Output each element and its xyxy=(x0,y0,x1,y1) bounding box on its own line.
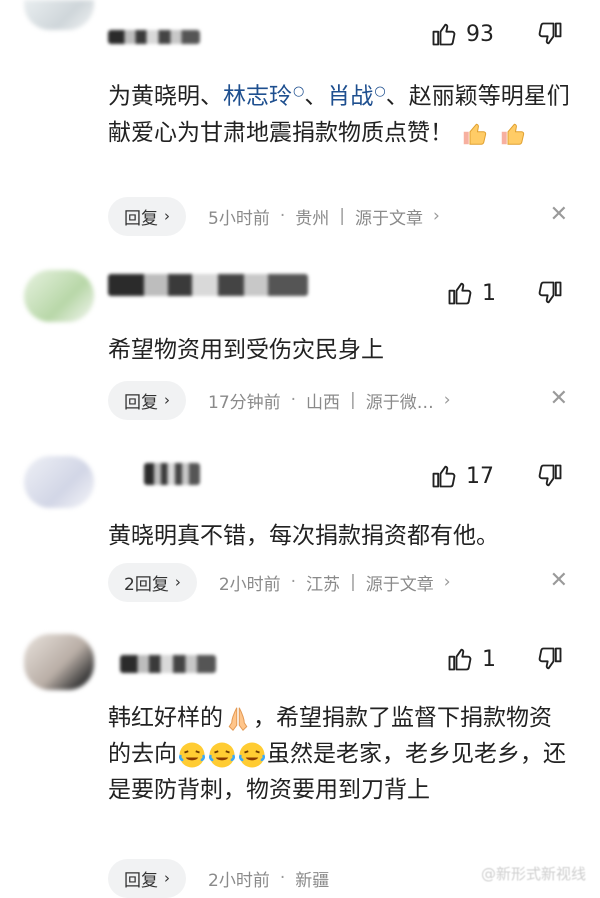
thumb-down-icon xyxy=(538,464,562,487)
reply-button[interactable]: 回复 › xyxy=(108,196,186,236)
divider: | xyxy=(339,206,345,226)
praying-hands-emoji-icon xyxy=(228,707,248,731)
thumbs-up-emoji-icon xyxy=(464,123,487,145)
source-link[interactable]: 源于文章 xyxy=(355,204,423,229)
avatar[interactable] xyxy=(24,634,94,690)
timestamp: 5小时前 xyxy=(208,208,270,229)
reply-button[interactable]: 回复 › xyxy=(108,380,186,420)
like-button[interactable]: 1 xyxy=(446,279,496,307)
dot-separator: · xyxy=(279,206,286,226)
search-icon: ○ xyxy=(374,84,386,99)
chevron-right-icon: › xyxy=(164,869,170,887)
comment-text: 希望物资用到受伤灾民身上 xyxy=(108,337,384,363)
like-button[interactable]: 17 xyxy=(430,462,494,490)
timestamp: 2小时前 xyxy=(208,870,270,891)
like-count: 17 xyxy=(466,463,494,489)
location: 贵州 xyxy=(295,208,330,229)
location: 江苏 xyxy=(306,574,341,595)
like-button[interactable]: 1 xyxy=(446,645,496,673)
close-icon[interactable]: ✕ xyxy=(550,202,568,227)
username-blurred[interactable] xyxy=(120,655,216,673)
location: 新疆 xyxy=(295,870,330,891)
dot-separator: · xyxy=(279,868,286,888)
close-icon[interactable]: ✕ xyxy=(550,386,568,411)
reply-button[interactable]: 回复 › xyxy=(108,858,186,898)
crying-laughing-emoji-icon xyxy=(239,742,265,767)
chevron-right-icon: › xyxy=(432,206,440,226)
location: 山西 xyxy=(306,392,341,413)
crying-laughing-emoji-icon xyxy=(179,742,205,767)
mention-link[interactable]: 林志玲 xyxy=(223,84,292,110)
username-blurred[interactable] xyxy=(108,274,308,296)
source-link[interactable]: 源于文章 xyxy=(366,570,434,595)
dot-separator: · xyxy=(290,390,297,410)
thumb-down-icon xyxy=(538,22,562,45)
thumb-down-icon xyxy=(538,281,562,304)
mention-link[interactable]: 肖战 xyxy=(327,84,373,110)
dot-separator: · xyxy=(290,572,297,592)
chevron-right-icon: › xyxy=(164,391,170,409)
chevron-right-icon: › xyxy=(443,572,451,592)
thumb-up-icon xyxy=(432,23,456,46)
chevron-right-icon: › xyxy=(443,390,451,410)
comment-meta: 回复 › 17分钟前 · 山西 | 源于微… › xyxy=(108,380,461,420)
reply-button[interactable]: 2回复 › xyxy=(108,562,197,602)
crying-laughing-emoji-icon xyxy=(209,742,235,767)
timestamp: 2小时前 xyxy=(218,574,281,595)
watermark: @新形式新视线 xyxy=(480,865,586,883)
avatar[interactable] xyxy=(24,270,94,322)
thumbs-up-emoji-icon xyxy=(501,123,524,145)
thumb-up-icon xyxy=(448,282,472,305)
avatar[interactable] xyxy=(24,456,94,508)
dislike-button[interactable] xyxy=(536,462,564,490)
chevron-right-icon: › xyxy=(164,207,170,225)
search-icon: ○ xyxy=(293,84,305,99)
like-count: 1 xyxy=(482,280,496,306)
thumb-up-icon xyxy=(432,465,456,488)
timestamp: 17分钟前 xyxy=(208,392,281,413)
source-link[interactable]: 源于微… xyxy=(366,388,434,413)
comment-meta: 2回复 › 2小时前 · 江苏 | 源于文章 › xyxy=(108,562,461,602)
thumb-down-icon xyxy=(538,647,562,670)
username-blurred[interactable] xyxy=(144,463,200,485)
close-icon[interactable]: ✕ xyxy=(550,568,568,593)
comment-text: 韩红好样的 ，希望捐款了监督下捐款物资的去向 虽然是老家，老乡见老乡，还是要防背刺，… xyxy=(108,705,566,803)
like-button[interactable]: 93 xyxy=(430,20,494,48)
like-count: 93 xyxy=(466,21,494,47)
comment-meta: 回复 › 5小时前 · 贵州 | 源于文章 › xyxy=(108,196,450,236)
avatar[interactable] xyxy=(24,0,94,30)
dislike-button[interactable] xyxy=(536,645,564,673)
comment-text: 为黄晓明、林志玲○、肖战○、赵丽颖等明星们献爱心为甘肃地震捐款物质点赞！ xyxy=(108,74,578,151)
chevron-right-icon: › xyxy=(174,573,181,591)
divider: | xyxy=(350,572,356,592)
like-count: 1 xyxy=(482,646,496,672)
username-blurred[interactable] xyxy=(108,30,200,44)
comment-meta: 回复 › 2小时前 · 新疆 xyxy=(108,858,329,898)
dislike-button[interactable] xyxy=(536,20,564,48)
thumb-up-icon xyxy=(448,648,472,671)
divider: | xyxy=(350,390,356,410)
dislike-button[interactable] xyxy=(536,279,564,307)
comment-text: 黄晓明真不错，每次捐款捐资都有他。 xyxy=(108,523,499,549)
